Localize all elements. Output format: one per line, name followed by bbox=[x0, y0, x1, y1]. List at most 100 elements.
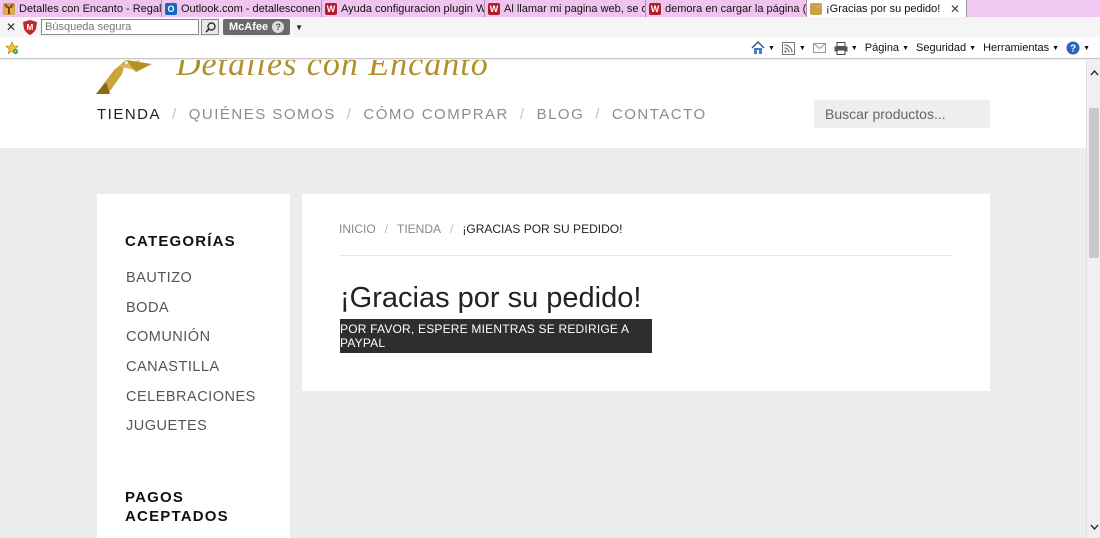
scroll-up-arrow-icon[interactable] bbox=[1087, 66, 1100, 80]
breadcrumb-separator: / bbox=[384, 222, 389, 236]
home-button[interactable]: ▼ bbox=[751, 41, 775, 55]
gift-icon bbox=[810, 2, 822, 15]
breadcrumb-shop[interactable]: TIENDA bbox=[397, 222, 441, 236]
browser-tab[interactable]: W demora en cargar la página (1/... bbox=[646, 0, 807, 17]
tools-menu-label: Herramientas bbox=[983, 42, 1050, 54]
tab-title: demora en cargar la página (1/... bbox=[665, 2, 807, 15]
main-nav: TIENDA / QUIÉNES SOMOS / CÓMO COMPRAR / … bbox=[97, 106, 707, 123]
browser-tab[interactable]: Detalles con Encanto - Regalos... bbox=[0, 0, 162, 17]
category-list: BAUTIZO BODA COMUNIÓN CANASTILLA CELEBRA… bbox=[126, 268, 256, 446]
browser-tab[interactable]: O Outlook.com - detallesconenc... bbox=[162, 0, 322, 17]
chevron-down-icon: ▼ bbox=[850, 44, 858, 52]
product-search-input[interactable]: Buscar productos... bbox=[814, 100, 990, 128]
security-menu-label: Seguridad bbox=[916, 42, 967, 54]
site-logo-text[interactable]: Detalles con Encanto bbox=[176, 60, 489, 84]
breadcrumb-home[interactable]: INICIO bbox=[339, 222, 376, 236]
category-item-boda[interactable]: BODA bbox=[126, 298, 256, 328]
search-button[interactable] bbox=[201, 19, 219, 35]
tab-title: ¡Gracias por su pedido! bbox=[826, 2, 941, 15]
nav-separator: / bbox=[519, 106, 526, 123]
category-item-bautizo[interactable]: BAUTIZO bbox=[126, 268, 256, 298]
payments-heading-line1: PAGOS bbox=[125, 489, 185, 506]
search-icon bbox=[204, 21, 216, 33]
tools-menu[interactable]: Herramientas ▼ bbox=[983, 42, 1059, 54]
browser-tab[interactable]: W Ayuda configuracion plugin W... bbox=[322, 0, 485, 17]
browser-tab-bar: Detalles con Encanto - Regalos... O Outl… bbox=[0, 0, 1100, 17]
category-item-juguetes[interactable]: JUGUETES bbox=[126, 416, 256, 446]
woocommerce-icon: W bbox=[488, 2, 500, 15]
search-toolbar: ✕ M McAfee ? ▼ bbox=[0, 17, 1100, 37]
favorites-star-icon[interactable]: + bbox=[4, 40, 20, 56]
woocommerce-icon: W bbox=[325, 2, 337, 15]
sidebar: CATEGORÍAS BAUTIZO BODA COMUNIÓN CANASTI… bbox=[97, 194, 290, 538]
chevron-down-icon: ▼ bbox=[1083, 44, 1090, 52]
gift-icon bbox=[3, 2, 15, 15]
site-header: Detalles con Encanto TIENDA / QUIÉNES SO… bbox=[0, 60, 1086, 148]
nav-separator: / bbox=[172, 106, 178, 123]
outlook-icon: O bbox=[165, 2, 177, 15]
categories-heading: CATEGORÍAS bbox=[125, 233, 236, 250]
nav-como-comprar[interactable]: CÓMO COMPRAR bbox=[363, 106, 509, 123]
nav-contacto[interactable]: CONTACTO bbox=[612, 106, 707, 123]
tab-title: Detalles con Encanto - Regalos... bbox=[19, 2, 162, 15]
home-icon bbox=[751, 41, 765, 55]
nav-quienes-somos[interactable]: QUIÉNES SOMOS bbox=[189, 106, 336, 123]
help-icon[interactable]: ? bbox=[272, 21, 285, 33]
breadcrumb-separator: / bbox=[450, 222, 454, 236]
page-title: ¡Gracias por su pedido! bbox=[340, 282, 642, 314]
chevron-down-icon: ▼ bbox=[767, 44, 775, 52]
category-item-comunion[interactable]: COMUNIÓN bbox=[126, 327, 256, 357]
svg-text:+: + bbox=[14, 49, 17, 55]
feeds-button[interactable]: ▼ bbox=[782, 41, 806, 55]
command-bar: + ▼ ▼ ▼ Página ▼ Seguridad ▼ Herramienta… bbox=[0, 37, 1100, 59]
scroll-down-arrow-icon[interactable] bbox=[1087, 520, 1100, 534]
woocommerce-icon: W bbox=[649, 2, 661, 15]
payments-heading-line2: ACEPTADOS bbox=[125, 508, 229, 525]
chevron-down-icon: ▼ bbox=[902, 44, 909, 52]
vertical-scrollbar[interactable] bbox=[1086, 60, 1100, 538]
tab-title: Ayuda configuracion plugin W... bbox=[341, 2, 485, 15]
close-icon[interactable]: ✕ bbox=[950, 2, 960, 16]
chevron-down-icon: ▼ bbox=[969, 44, 977, 52]
safe-search-input[interactable] bbox=[41, 19, 199, 35]
rss-icon bbox=[782, 41, 796, 55]
mcafee-label: McAfee bbox=[229, 21, 269, 33]
browser-tab-active[interactable]: ¡Gracias por su pedido! ✕ bbox=[807, 0, 967, 17]
scrollbar-thumb[interactable] bbox=[1089, 108, 1099, 258]
main-content: INICIO / TIENDA / ¡GRACIAS POR SU PEDIDO… bbox=[302, 194, 990, 391]
paypal-redirect-message: POR FAVOR, ESPERE MIENTRAS SE REDIRIGE A… bbox=[340, 319, 652, 353]
category-item-celebraciones[interactable]: CELEBRACIONES bbox=[126, 387, 256, 417]
breadcrumb: INICIO / TIENDA / ¡GRACIAS POR SU PEDIDO… bbox=[339, 222, 622, 236]
nav-blog[interactable]: BLOG bbox=[537, 106, 585, 123]
mail-button[interactable] bbox=[813, 41, 827, 55]
mcafee-shield-icon: M bbox=[22, 19, 38, 35]
mail-icon bbox=[813, 41, 827, 55]
page-menu[interactable]: Página ▼ bbox=[865, 42, 909, 54]
mcafee-button[interactable]: McAfee ? bbox=[223, 19, 291, 35]
help-menu[interactable]: ? ▼ bbox=[1066, 41, 1090, 55]
page-menu-label: Página bbox=[864, 42, 900, 54]
tab-title: Outlook.com - detallesconenc... bbox=[181, 2, 322, 15]
nav-tienda[interactable]: TIENDA bbox=[97, 106, 161, 123]
payments-heading: PAGOS ACEPTADOS bbox=[125, 488, 229, 526]
close-toolbar-button[interactable]: ✕ bbox=[0, 20, 22, 34]
print-icon bbox=[834, 41, 848, 55]
breadcrumb-current: ¡GRACIAS POR SU PEDIDO! bbox=[462, 222, 623, 236]
category-item-canastilla[interactable]: CANASTILLA bbox=[126, 357, 256, 387]
security-menu[interactable]: Seguridad ▼ bbox=[916, 42, 976, 54]
nav-separator: / bbox=[595, 106, 601, 123]
page-viewport: Detalles con Encanto TIENDA / QUIÉNES SO… bbox=[0, 60, 1086, 538]
browser-tab[interactable]: W Al llamar mi pagina web, se de... bbox=[485, 0, 646, 17]
chevron-down-icon: ▼ bbox=[1052, 44, 1060, 52]
nav-separator: / bbox=[346, 106, 353, 123]
tab-title: Al llamar mi pagina web, se de... bbox=[504, 2, 645, 15]
product-search-placeholder: Buscar productos... bbox=[825, 106, 946, 122]
content-divider bbox=[339, 255, 953, 256]
chevron-down-icon[interactable]: ▼ bbox=[295, 23, 303, 32]
logo-bow-icon[interactable] bbox=[96, 60, 156, 96]
print-button[interactable]: ▼ bbox=[834, 41, 858, 55]
svg-text:M: M bbox=[27, 23, 34, 32]
help-icon: ? bbox=[1066, 41, 1080, 55]
chevron-down-icon: ▼ bbox=[798, 44, 806, 52]
svg-text:?: ? bbox=[1070, 44, 1076, 55]
